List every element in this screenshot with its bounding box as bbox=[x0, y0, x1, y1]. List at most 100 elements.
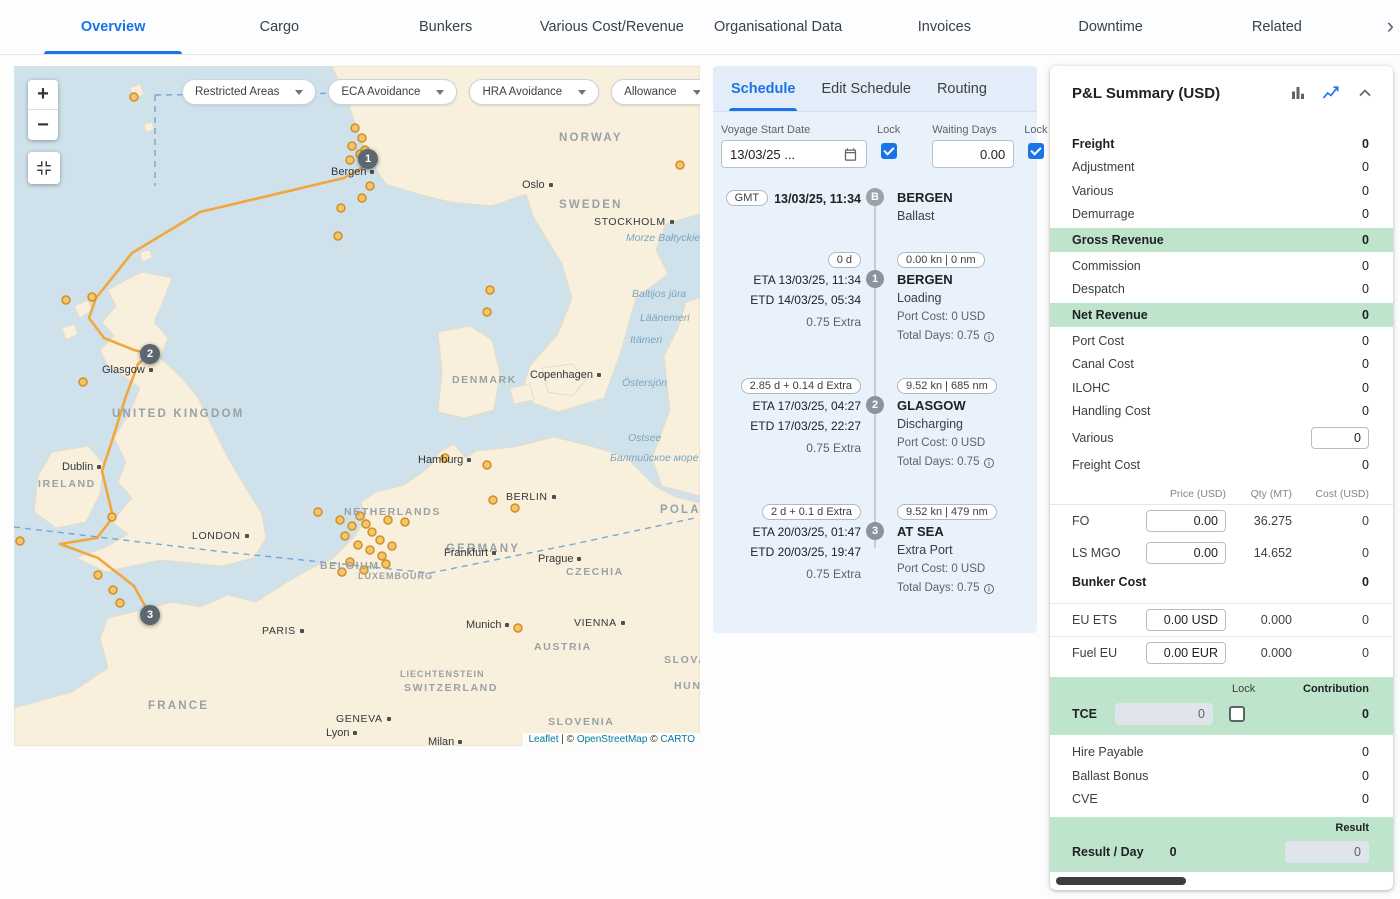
leg-total-days: Total Days: 0.75 bbox=[897, 327, 979, 346]
tab-schedule[interactable]: Schedule bbox=[731, 66, 795, 111]
tab-bunkers[interactable]: Bunkers bbox=[363, 0, 529, 54]
pnl-row-ilohc: ILOHC0 bbox=[1050, 376, 1393, 400]
tab-invoices[interactable]: Invoices bbox=[861, 0, 1027, 54]
leg-total-days: Total Days: 0.75 bbox=[897, 453, 979, 472]
pnl-row-hire-payable: Hire Payable0 bbox=[1050, 741, 1393, 765]
leg-port-cost: Port Cost: 0 USD bbox=[897, 560, 1033, 579]
contribution-label: Contribution bbox=[1303, 683, 1369, 695]
calendar-icon[interactable] bbox=[843, 147, 858, 162]
top-nav: Overview Cargo Bunkers Various Cost/Reve… bbox=[0, 0, 1400, 55]
tab-cargo[interactable]: Cargo bbox=[196, 0, 362, 54]
waiting-days-label: Waiting Days bbox=[932, 124, 1014, 136]
pnl-row-fuel-eu: Fuel EU 0.000 0 bbox=[1050, 636, 1393, 669]
pnl-row-adjustment: Adjustment0 bbox=[1050, 156, 1393, 180]
line-chart-icon[interactable] bbox=[1321, 83, 1341, 103]
horizontal-scrollbar-thumb[interactable] bbox=[1056, 877, 1186, 885]
leg-port: GLASGOW bbox=[897, 396, 1033, 415]
leg-port: BERGEN bbox=[897, 270, 1033, 289]
waiting-days-lock-checkbox[interactable] bbox=[1028, 143, 1044, 159]
fit-bounds-button[interactable] bbox=[28, 152, 60, 184]
waiting-days-input[interactable]: 0.00 bbox=[932, 140, 1014, 168]
tce-lock-checkbox[interactable] bbox=[1229, 706, 1245, 722]
tab-related[interactable]: Related bbox=[1194, 0, 1360, 54]
voyage-start-date-label: Voyage Start Date bbox=[721, 124, 867, 136]
contribution-value: 0 bbox=[1362, 707, 1369, 721]
tab-various-cost-revenue[interactable]: Various Cost/Revenue bbox=[529, 0, 695, 54]
leaflet-link[interactable]: Leaflet bbox=[528, 734, 558, 745]
chevron-down-icon bbox=[578, 90, 586, 95]
result-input[interactable] bbox=[1285, 841, 1369, 863]
collapse-chevron-icon[interactable] bbox=[1355, 83, 1375, 103]
zoom-out-button[interactable]: − bbox=[28, 110, 58, 140]
zoom-in-button[interactable]: + bbox=[28, 80, 58, 110]
fo-price-input[interactable] bbox=[1146, 510, 1226, 532]
tab-routing[interactable]: Routing bbox=[937, 66, 987, 111]
filter-allowance[interactable]: Allowance bbox=[611, 79, 700, 105]
eu-ets-price-input[interactable] bbox=[1146, 609, 1226, 631]
various-amount-input[interactable] bbox=[1311, 427, 1369, 449]
bar-chart-icon[interactable] bbox=[1289, 84, 1307, 102]
pnl-row-despatch: Despatch0 bbox=[1050, 278, 1393, 302]
info-icon[interactable] bbox=[983, 583, 995, 595]
tab-downtime[interactable]: Downtime bbox=[1028, 0, 1194, 54]
voyage-start-date-input[interactable]: 13/03/25 ... bbox=[721, 140, 867, 168]
tab-organisational-data[interactable]: Organisational Data bbox=[695, 0, 861, 54]
info-icon[interactable] bbox=[983, 457, 995, 469]
leg-activity: Discharging bbox=[897, 415, 1033, 434]
info-icon[interactable] bbox=[983, 331, 995, 343]
pnl-row-demurrage: Demurrage0 bbox=[1050, 203, 1393, 227]
timeline-leg: ETA 17/03/25, 04:27 ETD 17/03/25, 22:27 … bbox=[717, 396, 1033, 472]
timeline-leg: ETA 20/03/25, 01:47 ETD 20/03/25, 19:47 … bbox=[717, 522, 1033, 598]
result-section: Result Result / Day 0 bbox=[1050, 817, 1393, 872]
leg-node: 2 bbox=[866, 396, 884, 414]
tab-overview[interactable]: Overview bbox=[30, 0, 196, 54]
carto-link[interactable]: CARTO bbox=[660, 734, 695, 745]
leg-eta: ETA 13/03/25, 11:34 bbox=[717, 270, 861, 290]
leg-etd: ETD 17/03/25, 22:27 bbox=[717, 416, 861, 436]
filter-label: Allowance bbox=[624, 86, 676, 98]
tce-section: Lock Contribution TCE 0 bbox=[1050, 677, 1393, 735]
filter-label: Restricted Areas bbox=[195, 86, 279, 98]
filter-label: ECA Avoidance bbox=[341, 86, 420, 98]
tab-edit-schedule[interactable]: Edit Schedule bbox=[821, 66, 910, 111]
pnl-row-commission: Commission0 bbox=[1050, 254, 1393, 278]
leg-activity: Extra Port bbox=[897, 541, 1033, 560]
voyage-start-lock-checkbox[interactable] bbox=[881, 143, 897, 159]
pnl-row-port-cost: Port Cost0 bbox=[1050, 329, 1393, 353]
waypoint-marker-2[interactable]: 2 bbox=[140, 344, 160, 364]
map-canvas[interactable] bbox=[14, 66, 700, 746]
origin-datetime: 13/03/25, 11:34 bbox=[774, 190, 861, 208]
speed-distance-badge: 0.00 kn | 0 nm bbox=[897, 252, 985, 268]
voyage-map[interactable]: NORWAY SWEDEN STOCKHOLM Oslo Bergen DENM… bbox=[14, 66, 700, 746]
filter-hra-avoidance[interactable]: HRA Avoidance bbox=[469, 79, 599, 105]
pnl-row-freight: Freight0 bbox=[1050, 132, 1393, 156]
origin-activity: Ballast bbox=[897, 207, 1033, 226]
timeline-origin: GMT 13/03/25, 11:34 B BERGEN Ballast bbox=[717, 188, 1033, 228]
leg-etd: ETD 20/03/25, 19:47 bbox=[717, 542, 861, 562]
waypoint-marker-1[interactable]: 1 bbox=[358, 149, 378, 169]
leg-extra: 0.75 Extra bbox=[717, 438, 861, 458]
duration-badge: 2 d + 0.1 d Extra bbox=[762, 504, 861, 520]
duration-badge: 2.85 d + 0.14 d Extra bbox=[741, 378, 861, 394]
pnl-row-eu-ets: EU ETS 0.000 0 bbox=[1050, 603, 1393, 636]
timezone-badge: GMT bbox=[726, 190, 768, 206]
speed-distance-badge: 9.52 kn | 685 nm bbox=[897, 378, 997, 394]
nav-overflow-chevron-icon[interactable]: › bbox=[1387, 13, 1394, 39]
fuel-eu-price-input[interactable] bbox=[1146, 642, 1226, 664]
ls-mgo-price-input[interactable] bbox=[1146, 542, 1226, 564]
map-filter-bar: Restricted Areas ECA Avoidance HRA Avoid… bbox=[182, 79, 700, 105]
fit-bounds-icon bbox=[35, 159, 53, 177]
origin-node: B bbox=[866, 188, 884, 206]
leg-transit-info: 2 d + 0.1 d Extra 9.52 kn | 479 nm bbox=[717, 502, 1033, 522]
chevron-down-icon bbox=[436, 90, 444, 95]
tce-input[interactable] bbox=[1115, 703, 1213, 725]
pnl-summary-panel: P&L Summary (USD) Freight0 Adjustment0 V… bbox=[1050, 66, 1393, 890]
waypoint-marker-3[interactable]: 3 bbox=[140, 605, 160, 625]
pnl-title: P&L Summary (USD) bbox=[1072, 85, 1275, 102]
bunker-row-ls-mgo: LS MGO 14.652 0 bbox=[1050, 537, 1393, 569]
timeline-leg: ETA 13/03/25, 11:34 ETD 14/03/25, 05:34 … bbox=[717, 270, 1033, 346]
pnl-row-bunker-cost: Bunker Cost0 bbox=[1050, 569, 1393, 595]
openstreetmap-link[interactable]: OpenStreetMap bbox=[577, 734, 648, 745]
filter-eca-avoidance[interactable]: ECA Avoidance bbox=[328, 79, 457, 105]
filter-restricted-areas[interactable]: Restricted Areas bbox=[182, 79, 316, 105]
